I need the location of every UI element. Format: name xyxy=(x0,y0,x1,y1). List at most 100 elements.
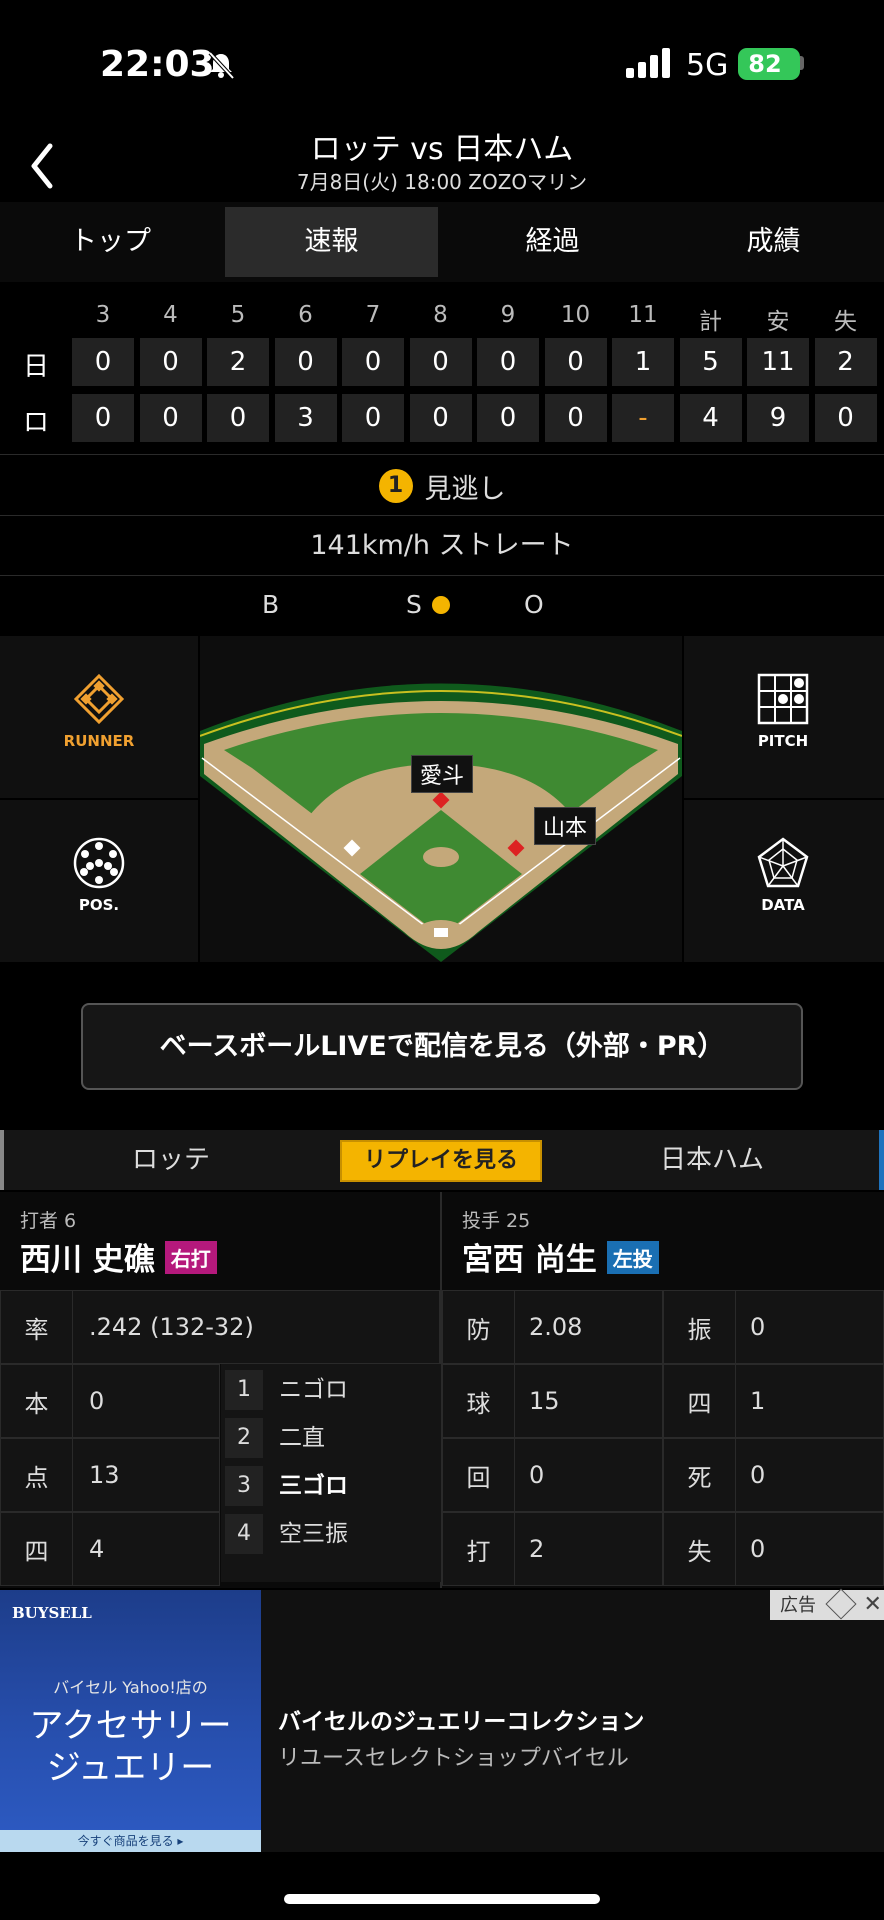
score-cell: 2 xyxy=(207,338,269,386)
stat-key: 率 xyxy=(1,1291,73,1363)
pitcher-stat-cell: 球 15 xyxy=(442,1364,663,1438)
at-bat-number: 3 xyxy=(225,1466,263,1506)
away-team-tab[interactable]: 日本ハム xyxy=(660,1130,764,1190)
out-label: O xyxy=(524,590,544,619)
pitcher-info: 投手 25 宮西 尚生 左投 xyxy=(442,1192,884,1290)
home-team-tab[interactable]: ロッテ xyxy=(132,1130,210,1190)
batter-name[interactable]: 西川 史礁 右打 xyxy=(20,1234,217,1279)
stat-value: 2.08 xyxy=(529,1313,583,1341)
status-time: 22:03 xyxy=(100,44,215,85)
score-cell: 0 xyxy=(342,394,404,442)
at-bat-number: 4 xyxy=(225,1514,263,1554)
score-cell: 9 xyxy=(747,394,809,442)
pitcher-stat-cell: 四1 xyxy=(663,1364,884,1438)
pitcher-role: 投手 25 xyxy=(462,1210,531,1232)
runner-button[interactable]: RUNNER xyxy=(0,636,198,798)
pitcher-name[interactable]: 宮西 尚生 左投 xyxy=(462,1234,659,1279)
stat-key: 回 xyxy=(443,1439,515,1511)
page-title: ロッテ vs 日本ハム xyxy=(310,132,574,167)
score-cell: 0 xyxy=(72,394,134,442)
pitcher-stat-cell: 打2 xyxy=(442,1512,663,1586)
stat-key: 四 xyxy=(1,1513,73,1585)
ad-image[interactable]: BUYSELL バイセル Yahoo!店の アクセサリー ジュエリー 今すぐ商品… xyxy=(0,1590,261,1852)
ad-image-cta[interactable]: 今すぐ商品を見る ▸ xyxy=(0,1830,261,1852)
score-header: 3 xyxy=(95,302,111,328)
score-cell: 0 xyxy=(139,338,202,386)
ad-info-icon[interactable] xyxy=(825,1588,857,1620)
score-cell: 0 xyxy=(814,394,877,442)
score-cell: 4 xyxy=(679,394,742,442)
pitcher-stat-cell: 防 2.08 xyxy=(442,1290,663,1364)
stat-key: 球 xyxy=(443,1365,515,1437)
ad-title[interactable]: バイセルのジュエリーコレクション xyxy=(278,1702,644,1736)
batter-hand-badge: 右打 xyxy=(164,1241,217,1274)
score-header: 6 xyxy=(298,302,313,328)
stat-value: 2 xyxy=(529,1535,545,1563)
score-cell: 2 xyxy=(814,338,877,386)
pitch-button[interactable]: PITCH xyxy=(684,636,884,798)
stat-key: 四 xyxy=(664,1365,736,1437)
data-label: DATA xyxy=(761,896,805,914)
at-bat-item[interactable]: 3 三ゴロ xyxy=(221,1464,441,1508)
position-button[interactable]: POS. xyxy=(0,800,198,962)
ad-badge-label: 広告 xyxy=(780,1595,816,1616)
tab-progress[interactable]: 経過 xyxy=(446,207,659,277)
home-team-marker xyxy=(0,1130,4,1190)
ad-badge: 広告 ✕ xyxy=(770,1588,884,1620)
tab-top[interactable]: トップ xyxy=(4,207,217,277)
score-cell: 0 xyxy=(342,338,404,386)
ad-description: リユースセレクトショップバイセル xyxy=(278,1746,629,1771)
stat-key: 点 xyxy=(1,1439,73,1511)
status-bar: 22:03 5G 82 xyxy=(0,0,884,120)
batter-stat-row: 本0 xyxy=(0,1364,220,1438)
home-indicator[interactable] xyxy=(284,1894,600,1904)
batter-stat-row: 点 13 xyxy=(0,1438,220,1512)
score-header: 9 xyxy=(500,302,516,328)
at-bat-item[interactable]: 1 ニゴロ xyxy=(221,1368,441,1412)
signal-icon xyxy=(626,48,670,78)
runner-label: RUNNER xyxy=(63,732,135,750)
ad-banner[interactable]: BUYSELL バイセル Yahoo!店の アクセサリー ジュエリー 今すぐ商品… xyxy=(0,1588,884,1852)
matchup-panel: 打者 6 西川 史礁 右打 投手 25 宮西 尚生 左投 率 .242 (132-3… xyxy=(0,1192,884,1588)
pitch-result: 1 見逃し xyxy=(0,456,884,516)
pitcher-stat-cell: 失0 xyxy=(663,1512,884,1586)
stat-key: 振 xyxy=(664,1291,736,1363)
ad-close-icon[interactable]: ✕ xyxy=(863,1590,881,1620)
replay-button[interactable]: リプレイを見る xyxy=(340,1140,542,1182)
game-subtitle: 7月8日(火) 18:00 ZOZOマリン xyxy=(296,170,588,194)
network-label: 5G xyxy=(686,48,729,83)
watch-live-button[interactable]: ベースボールLIVEで配信を見る（外部・PR） xyxy=(81,1003,803,1090)
at-bat-item[interactable]: 4 空三振 xyxy=(221,1512,441,1556)
at-bat-item[interactable]: 2 二直 xyxy=(221,1416,441,1460)
pitch-label: PITCH xyxy=(757,732,809,750)
stat-key: 死 xyxy=(664,1439,736,1511)
at-bat-number: 2 xyxy=(225,1418,263,1458)
at-bat-result: 三ゴロ xyxy=(279,1473,348,1499)
away-team-marker xyxy=(879,1130,884,1190)
data-button[interactable]: DATA xyxy=(684,800,884,962)
score-cell: 0 xyxy=(477,338,539,386)
pitch-result-label: 見逃し xyxy=(424,473,506,505)
at-bat-list: 1 ニゴロ 2 二直 3 三ゴロ 4 空三振 xyxy=(221,1364,441,1582)
tab-bar: トップ 速報 経過 成績 xyxy=(0,202,884,282)
pitcher-stat-cell: 振0 xyxy=(663,1290,884,1364)
score-cell: 0 xyxy=(139,394,202,442)
score-cell: 5 xyxy=(679,338,742,386)
field-diagram xyxy=(200,683,682,962)
tab-results[interactable]: 成績 xyxy=(667,207,880,277)
score-team-label: 日 xyxy=(22,352,49,382)
scoreboard: 3 4 5 6 7 8 9 10 11 計安失日 0 0 2 0 0 0 0 0 1 5 11 2 ロ 0 0 0 3 0 0 0 0-4 9… xyxy=(0,290,884,450)
score-cell: 3 xyxy=(274,394,337,442)
ad-brand-logo: BUYSELL xyxy=(12,1604,92,1622)
tab-live[interactable]: 速報 xyxy=(225,207,438,277)
stat-value: 0 xyxy=(750,1461,766,1489)
stat-value: 15 xyxy=(529,1387,560,1415)
score-header: 失 xyxy=(834,309,857,335)
batter-name-text: 西川 史礁 xyxy=(20,1242,155,1278)
score-header: 10 xyxy=(560,302,591,328)
at-bat-result: 空三振 xyxy=(279,1521,348,1547)
score-cell: 0 xyxy=(72,338,134,386)
bell-muted-icon xyxy=(208,51,235,80)
score-cell: 0 xyxy=(544,394,607,442)
stat-value: 0 xyxy=(89,1387,105,1415)
